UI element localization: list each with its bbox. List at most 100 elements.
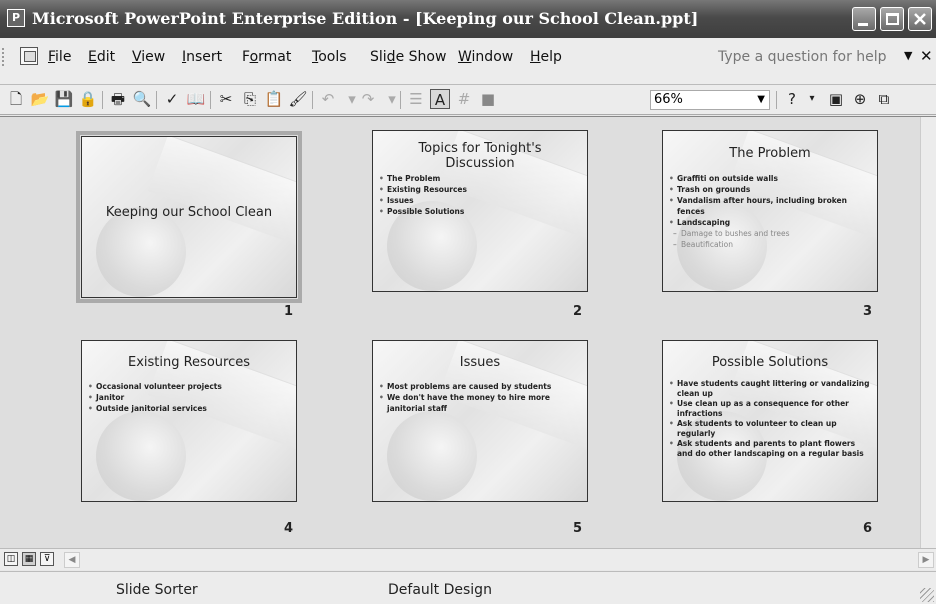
scroll-left-icon[interactable]: ◀ <box>64 552 80 568</box>
bullet-item: Possible Solutions <box>379 206 583 217</box>
bullet-item: Issues <box>379 195 583 206</box>
scroll-right-icon[interactable]: ▶ <box>918 552 934 568</box>
bullet-item: The Problem <box>379 173 583 184</box>
format-painter-icon[interactable]: 🖌 <box>288 89 308 109</box>
slide-show-view-icon[interactable]: ⊽ <box>40 552 54 566</box>
slide-thumbnail-3[interactable]: The Problem Graffiti on outside walls Tr… <box>662 130 878 292</box>
cut-icon[interactable]: ✂ <box>216 89 236 109</box>
menu-help[interactable]: Help <box>530 49 562 65</box>
bullet-item: Occasional volunteer projects <box>88 381 292 392</box>
expand-all-icon[interactable]: ☰ <box>406 89 426 109</box>
slide-thumbnail-5[interactable]: Issues Most problems are caused by stude… <box>372 340 588 502</box>
menu-format[interactable]: Format <box>242 49 291 65</box>
bullet-item: Graffiti on outside walls <box>669 173 873 184</box>
copy-icon[interactable]: ⎘ <box>240 89 260 109</box>
slide-number: 2 <box>573 304 583 319</box>
toolbar-separator <box>312 91 313 109</box>
show-formatting-icon[interactable]: A <box>430 89 450 109</box>
print-icon[interactable]: 🖶 <box>108 89 128 109</box>
menu-view[interactable]: View <box>132 49 165 65</box>
spelling-icon[interactable]: ✓ <box>162 89 182 109</box>
slide-thumbnail-2[interactable]: Topics for Tonight's Discussion The Prob… <box>372 130 588 292</box>
maximize-button[interactable] <box>880 7 904 31</box>
bullet-item: Trash on grounds <box>669 184 873 195</box>
background-apple-image <box>387 411 477 501</box>
close-button[interactable] <box>908 7 932 31</box>
bullet-item: Use clean up as a consequence for other … <box>669 399 873 419</box>
new-document-icon[interactable]: 🗋 <box>6 89 26 109</box>
slide-number: 4 <box>284 521 294 536</box>
vertical-scrollbar[interactable] <box>920 117 936 549</box>
slide-title: The Problem <box>729 146 811 161</box>
sub-bullet-item: Beautification <box>669 239 873 250</box>
background-apple-image <box>96 207 186 297</box>
status-bar: Slide Sorter Default Design <box>0 571 936 604</box>
slide-number: 6 <box>863 521 873 536</box>
bullet-item: Most problems are caused by students <box>379 381 583 392</box>
menu-insert[interactable]: Insert <box>182 49 222 65</box>
bullet-item: Vandalism after hours, including broken … <box>669 195 873 217</box>
slide-sorter-pane: Keeping our School Clean 1 Topics for To… <box>0 116 936 549</box>
status-view-label: Slide Sorter <box>116 582 198 598</box>
document-icon[interactable] <box>20 47 38 65</box>
bullet-item: Existing Resources <box>379 184 583 195</box>
background-apple-image <box>96 411 186 501</box>
menu-slide-show[interactable]: Slide Show <box>370 49 446 65</box>
help-search-input[interactable]: Type a question for help <box>718 49 887 65</box>
normal-view-icon[interactable]: ◫ <box>4 552 18 566</box>
save-icon[interactable]: 💾 <box>54 89 74 109</box>
bullet-item: Ask students to volunteer to clean up re… <box>669 419 873 439</box>
toolbar-options-icon[interactable]: ▾ <box>802 89 822 109</box>
title-bar: P Microsoft PowerPoint Enterprise Editio… <box>0 0 936 38</box>
bullet-item: Ask students and parents to plant flower… <box>669 439 873 459</box>
toolbar-separator <box>102 91 103 109</box>
menu-window[interactable]: Window <box>458 49 513 65</box>
powerpoint-app-icon[interactable]: P <box>7 9 25 27</box>
bullet-item: Outside janitorial services <box>88 403 292 414</box>
redo-dropdown-icon[interactable]: ▾ <box>382 89 402 109</box>
toolbar-separator <box>776 91 777 109</box>
menu-grip[interactable] <box>2 48 6 66</box>
zoom-select[interactable]: 66% ▼ <box>650 90 770 110</box>
slide-thumbnail-4[interactable]: Existing Resources Occasional volunteer … <box>81 340 297 502</box>
undo-icon[interactable]: ↶ <box>318 89 338 109</box>
open-folder-icon[interactable]: 📂 <box>30 89 50 109</box>
bullet-item: Landscaping <box>669 217 873 228</box>
help-icon[interactable]: ? <box>782 89 802 109</box>
slide-sorter-view-icon[interactable]: ▦ <box>22 552 36 566</box>
permission-icon[interactable]: 🔒 <box>78 89 98 109</box>
slide-title: Topics for Tonight's Discussion <box>418 141 542 171</box>
zoom-dropdown-icon[interactable]: ▼ <box>757 91 765 109</box>
slide-thumbnail-1[interactable]: Keeping our School Clean <box>81 136 297 298</box>
slide-thumbnail-6[interactable]: Possible Solutions Have students caught … <box>662 340 878 502</box>
slide-title: Keeping our School Clean <box>105 205 273 220</box>
resize-grip-icon[interactable] <box>920 588 934 602</box>
paste-icon[interactable]: 📋 <box>264 89 284 109</box>
slide-number: 5 <box>573 521 583 536</box>
sub-bullet-item: Damage to bushes and trees <box>669 228 873 239</box>
research-icon[interactable]: 📖 <box>186 89 206 109</box>
print-preview-icon[interactable]: 🔍 <box>132 89 152 109</box>
new-slide-icon[interactable]: ⊕ <box>850 89 870 109</box>
slide-design-icon[interactable]: ▣ <box>826 89 846 109</box>
slide-title: Possible Solutions <box>711 355 829 370</box>
color-grayscale-icon[interactable]: ■ <box>478 89 498 109</box>
slide-title: Issues <box>459 355 501 370</box>
slide-number: 3 <box>863 304 873 319</box>
minimize-button[interactable] <box>852 7 876 31</box>
menu-tools[interactable]: Tools <box>312 49 347 65</box>
status-design-label: Default Design <box>388 582 492 598</box>
menu-file[interactable]: File <box>48 49 71 65</box>
duplicate-slide-icon[interactable]: ⧉ <box>874 89 894 109</box>
menu-bar: File Edit View Insert Format Tools Slide… <box>0 38 936 85</box>
bullet-item: Have students caught littering or vandal… <box>669 379 873 399</box>
menu-edit[interactable]: Edit <box>88 49 115 65</box>
close-document-icon[interactable]: ✕ <box>920 47 933 65</box>
standard-toolbar: 🗋 📂 💾 🔒 🖶 🔍 ✓ 📖 ✂ ⎘ 📋 🖌 ↶ ▾ ↷ ▾ ☰ A # ■ … <box>0 85 936 115</box>
redo-icon[interactable]: ↷ <box>358 89 378 109</box>
toolbar-separator <box>400 91 401 109</box>
help-dropdown-icon[interactable]: ▼ <box>904 49 912 62</box>
show-grid-icon[interactable]: # <box>454 89 474 109</box>
window-title: Microsoft PowerPoint Enterprise Edition … <box>32 9 699 28</box>
slide-number: 1 <box>284 304 294 319</box>
